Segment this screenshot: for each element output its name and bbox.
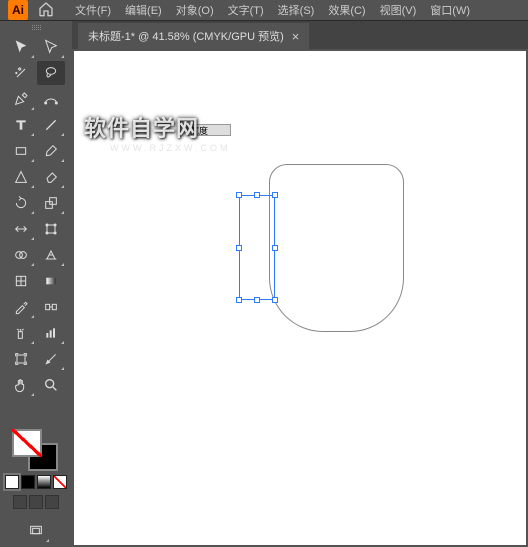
hand-tool[interactable] xyxy=(7,373,35,397)
fill-stroke-swatch[interactable] xyxy=(6,429,66,473)
draw-behind[interactable] xyxy=(29,495,43,509)
column-graph-tool[interactable] xyxy=(37,321,65,345)
menu-effect[interactable]: 效果(C) xyxy=(321,2,372,18)
document-tab-title: 未标题-1* @ 41.58% (CMYK/GPU 预览) xyxy=(88,28,284,44)
selection-tool[interactable] xyxy=(7,35,35,59)
color-mode-black[interactable] xyxy=(21,475,35,489)
watermark-url: WWW.RJZXW.COM xyxy=(110,143,230,153)
app-logo: Ai xyxy=(8,0,28,20)
empty-slot xyxy=(7,399,35,423)
mesh-tool[interactable] xyxy=(7,269,35,293)
handle-bottom-right[interactable] xyxy=(272,297,278,303)
scale-tool[interactable] xyxy=(37,191,65,215)
color-mode-solid[interactable] xyxy=(5,475,19,489)
paintbrush-tool[interactable] xyxy=(37,139,65,163)
pen-tool[interactable] xyxy=(7,87,35,111)
curvature-tool[interactable] xyxy=(37,87,65,111)
draw-modes xyxy=(13,495,59,509)
screen-mode[interactable] xyxy=(22,519,50,543)
artwork-rounded-shape[interactable] xyxy=(269,164,404,332)
rotate-tool[interactable] xyxy=(7,191,35,215)
handle-bottom-mid[interactable] xyxy=(254,297,260,303)
selection-bounding-box[interactable] xyxy=(239,195,275,300)
draw-normal[interactable] xyxy=(13,495,27,509)
handle-top-mid[interactable] xyxy=(254,192,260,198)
main-menu: 文件(F) 编辑(E) 对象(O) 文字(T) 选择(S) 效果(C) 视图(V… xyxy=(68,2,477,18)
document-tab[interactable]: 未标题-1* @ 41.58% (CMYK/GPU 预览) × xyxy=(78,23,309,49)
menu-select[interactable]: 选择(S) xyxy=(271,2,322,18)
width-tool[interactable] xyxy=(7,217,35,241)
gradient-tool[interactable] xyxy=(37,269,65,293)
menu-object[interactable]: 对象(O) xyxy=(169,2,221,18)
slice-tool[interactable] xyxy=(37,347,65,371)
rectangle-tool[interactable] xyxy=(7,139,35,163)
handle-mid-left[interactable] xyxy=(236,245,242,251)
document-tabbar: 未标题-1* @ 41.58% (CMYK/GPU 预览) × xyxy=(72,21,528,49)
menu-edit[interactable]: 编辑(E) xyxy=(118,2,169,18)
artboard-tool[interactable] xyxy=(7,347,35,371)
panel-grip[interactable] xyxy=(16,25,56,31)
eraser-tool[interactable] xyxy=(37,165,65,189)
fill-swatch[interactable] xyxy=(12,429,42,457)
titlebar: Ai 文件(F) 编辑(E) 对象(O) 文字(T) 选择(S) 效果(C) 视… xyxy=(0,0,528,20)
watermark-text: 软件自学网 xyxy=(84,111,199,143)
shaper-tool[interactable] xyxy=(7,165,35,189)
handle-top-right[interactable] xyxy=(272,192,278,198)
handle-mid-right[interactable] xyxy=(272,245,278,251)
symbol-sprayer-tool[interactable] xyxy=(7,321,35,345)
line-tool[interactable] xyxy=(37,113,65,137)
direct-selection-tool[interactable] xyxy=(37,35,65,59)
color-mode-row xyxy=(5,475,67,489)
eyedropper-tool[interactable] xyxy=(7,295,35,319)
handle-bottom-left[interactable] xyxy=(236,297,242,303)
menu-file[interactable]: 文件(F) xyxy=(68,2,118,18)
menu-view[interactable]: 视图(V) xyxy=(373,2,424,18)
home-icon[interactable] xyxy=(38,1,54,20)
tooltip-label: 宽度 xyxy=(187,124,231,136)
color-mode-gradient[interactable] xyxy=(37,475,51,489)
blend-tool[interactable] xyxy=(37,295,65,319)
document-area: 未标题-1* @ 41.58% (CMYK/GPU 预览) × 宽度 软 xyxy=(72,21,528,547)
menu-type[interactable]: 文字(T) xyxy=(221,2,271,18)
zoom-tool[interactable] xyxy=(37,373,65,397)
draw-inside[interactable] xyxy=(45,495,59,509)
free-transform-tool[interactable] xyxy=(37,217,65,241)
handle-top-left[interactable] xyxy=(236,192,242,198)
magic-wand-tool[interactable] xyxy=(7,61,35,85)
type-tool[interactable] xyxy=(7,113,35,137)
toolbar xyxy=(0,21,72,547)
menu-window[interactable]: 窗口(W) xyxy=(423,2,477,18)
perspective-grid-tool[interactable] xyxy=(37,243,65,267)
canvas[interactable]: 宽度 软件自学网 WWW.RJZXW.COM xyxy=(74,51,526,545)
shape-builder-tool[interactable] xyxy=(7,243,35,267)
close-icon[interactable]: × xyxy=(292,29,300,44)
color-mode-none[interactable] xyxy=(53,475,67,489)
lasso-tool[interactable] xyxy=(37,61,65,85)
